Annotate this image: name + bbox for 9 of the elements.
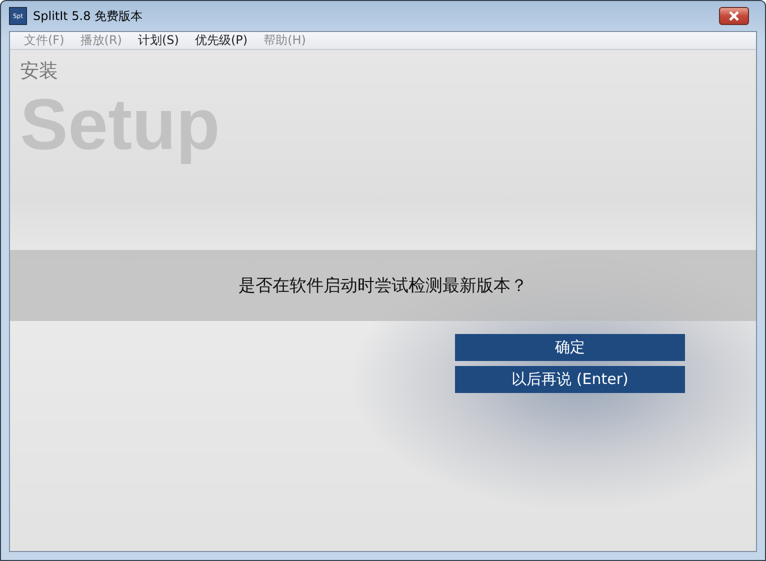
section-title: 安装 (20, 59, 58, 84)
dialog-button[interactable]: 以后再说 (Enter) (455, 366, 685, 393)
menu-item[interactable]: 计划(S) (130, 32, 187, 49)
close-icon (728, 11, 740, 21)
menu-item[interactable]: 优先级(P) (186, 32, 256, 49)
close-button[interactable] (719, 7, 749, 25)
question-text: 是否在软件启动时尝试检测最新版本？ (238, 275, 528, 297)
dialog-button[interactable]: 确定 (455, 334, 685, 361)
window-title: SplitIt 5.8 免费版本 (33, 8, 144, 24)
